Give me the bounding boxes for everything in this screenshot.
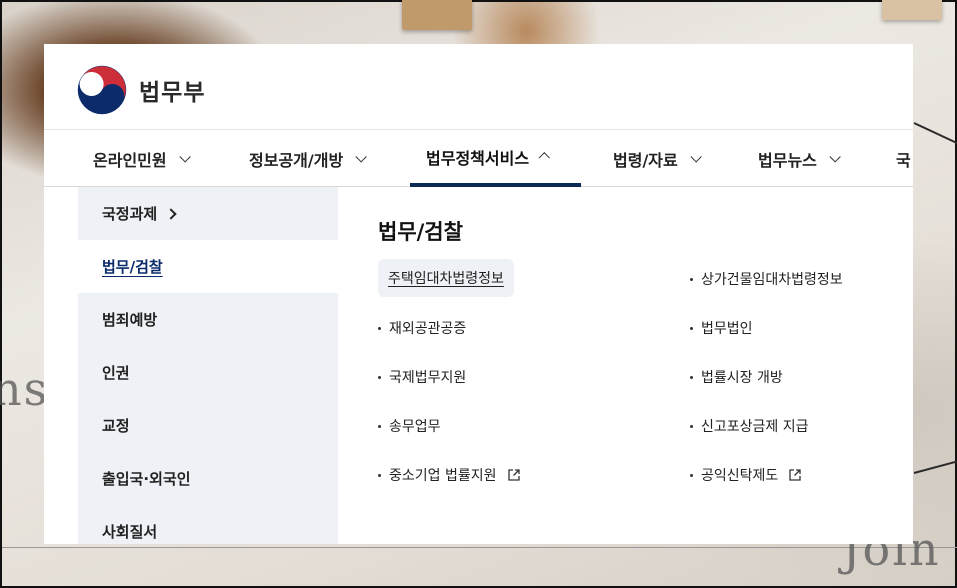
gnb-item-label: 법령/자료 — [613, 150, 678, 170]
sidebar-item-label: 사회질서 — [102, 523, 158, 541]
submenu-content: 법무/검찰 주택임대차법령정보 재외공관공증 국제법무지원 송무업무 중소기업 … — [378, 187, 898, 484]
chevron-down-icon — [355, 150, 367, 163]
sidebar-item-human-rights[interactable]: 인권 — [78, 346, 338, 399]
link-reward-payment[interactable]: 신고포상금제 지급 — [690, 416, 809, 436]
link-label: 재외공관공증 — [389, 321, 467, 337]
link-sme-legal-support[interactable]: 중소기업 법률지원 — [378, 465, 521, 485]
gnb-item-info-disclosure[interactable]: 정보공개/개방 — [233, 130, 379, 187]
gnb-item-policy-services[interactable]: 법무정책서비스 — [410, 130, 581, 187]
link-label: 신고포상금제 지급 — [701, 419, 809, 435]
main-navigation: 온라인민원 정보공개/개방 법무정책서비스 법령/자료 법무뉴스 국 — [44, 130, 913, 187]
chevron-down-icon — [690, 150, 702, 163]
sidebar-item-label: 인권 — [102, 364, 130, 382]
sidebar-item-national-tasks[interactable]: 국정과제 — [78, 187, 338, 240]
link-label: 중소기업 법률지원 — [389, 468, 497, 484]
link-label: 송무업무 — [389, 419, 441, 435]
gnb-item-label: 정보공개/개방 — [249, 150, 344, 170]
sidebar-item-crime-prevention[interactable]: 범죄예방 — [78, 293, 338, 346]
chevron-up-icon — [538, 151, 550, 163]
link-label: 공익신탁제도 — [701, 468, 779, 484]
sidebar-item-label: 범죄예방 — [102, 311, 158, 329]
sidebar-item-label: 교정 — [102, 417, 130, 435]
background-line — [2, 547, 957, 548]
link-public-trust[interactable]: 공익신탁제도 — [690, 465, 802, 485]
link-international-legal-support[interactable]: 국제법무지원 — [378, 367, 466, 387]
mega-menu-panel: 법무부 온라인민원 정보공개/개방 법무정책서비스 법령/자료 법무뉴스 국 국… — [44, 44, 913, 544]
site-header: 법무부 — [44, 44, 913, 130]
site-logo[interactable]: 법무부 — [77, 65, 205, 115]
background-wood-block — [882, 0, 942, 20]
bullet-icon — [690, 473, 693, 477]
bullet-icon — [378, 375, 381, 379]
gnb-item-truncated[interactable]: 국 — [880, 130, 913, 187]
link-label: 주택임대차법령정보 — [388, 271, 504, 287]
bullet-icon — [690, 424, 693, 428]
link-commercial-lease-law[interactable]: 상가건물임대차법령정보 — [690, 269, 843, 289]
bullet-icon — [690, 375, 693, 379]
chevron-down-icon — [829, 150, 841, 163]
taegeuk-logo-icon — [77, 65, 127, 115]
chevron-right-icon — [165, 207, 177, 220]
link-label: 법무법인 — [701, 321, 753, 337]
submenu-sidebar: 국정과제 법무/검찰 범죄예방 인권 교정 출입국·외국인 사회질서 — [78, 187, 338, 544]
link-housing-lease-law[interactable]: 주택임대차법령정보 — [378, 259, 514, 297]
gnb-item-online-civil[interactable]: 온라인민원 — [77, 130, 203, 187]
link-law-firms[interactable]: 법무법인 — [690, 318, 753, 338]
link-label: 국제법무지원 — [389, 370, 467, 386]
background-line — [913, 122, 957, 146]
sidebar-item-justice-prosecution[interactable]: 법무/검찰 — [78, 240, 338, 293]
gnb-item-label: 온라인민원 — [93, 150, 167, 170]
link-legal-market-opening[interactable]: 법률시장 개방 — [690, 367, 783, 387]
sidebar-item-corrections[interactable]: 교정 — [78, 399, 338, 452]
bullet-icon — [378, 424, 381, 428]
link-litigation-affairs[interactable]: 송무업무 — [378, 416, 441, 436]
bullet-icon — [690, 326, 693, 330]
chevron-down-icon — [179, 150, 191, 163]
background-line — [913, 459, 957, 474]
sidebar-item-label: 출입국·외국인 — [102, 470, 191, 488]
gnb-item-label: 법무정책서비스 — [426, 148, 530, 168]
sidebar-item-label: 법무/검찰 — [102, 258, 163, 276]
bullet-icon — [378, 473, 381, 477]
gnb-item-laws-data[interactable]: 법령/자료 — [597, 130, 714, 187]
site-name: 법무부 — [139, 80, 206, 106]
sidebar-item-immigration[interactable]: 출입국·외국인 — [78, 452, 338, 505]
gnb-item-label: 법무뉴스 — [758, 150, 817, 170]
background-text: ns — [0, 362, 50, 416]
gnb-item-label: 국 — [896, 150, 911, 170]
sidebar-item-label: 국정과제 — [102, 205, 158, 223]
background-wood-block — [402, 0, 472, 30]
gnb-item-news[interactable]: 법무뉴스 — [742, 130, 853, 187]
external-link-icon — [507, 469, 520, 481]
sidebar-item-social-order[interactable]: 사회질서 — [78, 505, 338, 544]
link-overseas-notarization[interactable]: 재외공관공증 — [378, 318, 466, 338]
bullet-icon — [378, 326, 381, 330]
link-label: 상가건물임대차법령정보 — [701, 272, 843, 288]
external-link-icon — [789, 469, 801, 481]
submenu-title: 법무/검찰 — [378, 220, 463, 244]
bullet-icon — [690, 277, 693, 281]
link-label: 법률시장 개방 — [701, 370, 783, 386]
